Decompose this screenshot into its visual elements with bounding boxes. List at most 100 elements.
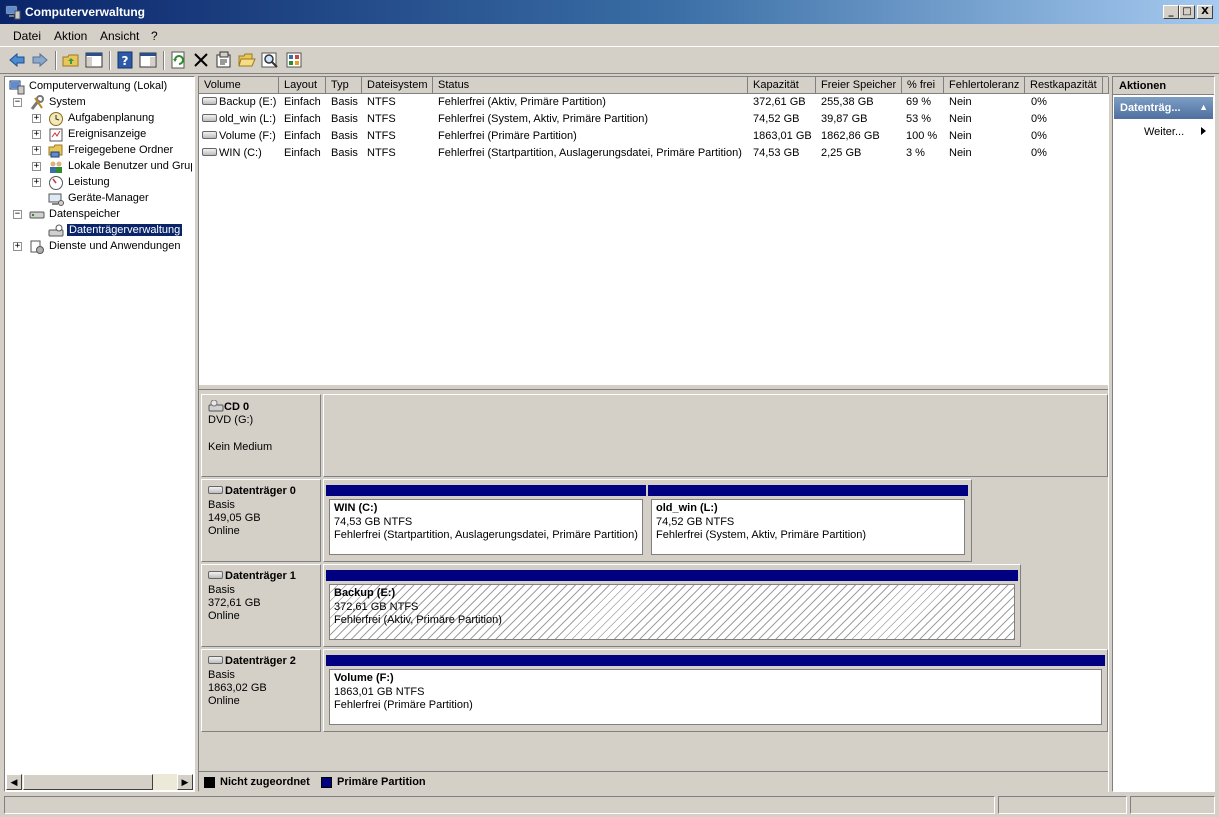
tree-item-leistung[interactable]: + Leistung <box>32 175 192 191</box>
column-header-layout[interactable]: Layout <box>279 77 326 94</box>
menu-aktion[interactable]: Aktion <box>54 29 87 43</box>
menu-ansicht[interactable]: Ansicht <box>100 29 139 43</box>
table-row[interactable]: Volume (F:) Einfach Basis NTFS Fehlerfre… <box>199 128 1108 145</box>
search-icon[interactable] <box>261 51 279 69</box>
collapse-up-icon[interactable]: ▲ <box>1199 102 1208 112</box>
column-header-fehlertoleranz[interactable]: Fehlertoleranz <box>944 77 1025 94</box>
status-cell: Fehlerfrei (Primäre Partition) <box>438 130 577 142</box>
refresh-icon[interactable] <box>170 51 188 69</box>
typ-cell: Basis <box>331 130 358 142</box>
partition-volume-f[interactable]: Volume (F:) 1863,01 GB NTFS Fehlerfrei (… <box>326 655 1105 728</box>
up-folder-icon[interactable] <box>62 51 80 69</box>
disk0-area: WIN (C:) 74,53 GB NTFS Fehlerfrei (Start… <box>323 479 972 562</box>
expand-toggle[interactable]: + <box>32 162 41 171</box>
export-icon[interactable] <box>285 51 303 69</box>
forward-icon[interactable] <box>31 51 49 69</box>
toolbar: ? <box>0 46 1219 74</box>
toolbar-separator <box>55 51 57 70</box>
users-icon <box>50 161 62 173</box>
disk-label-disk0[interactable]: Datenträger 0 Basis 149,05 GB Online <box>201 479 321 562</box>
column-header-prozent-frei[interactable]: % frei <box>902 77 944 94</box>
tree-item-dienste[interactable]: + Dienste und Anwendungen <box>13 239 193 255</box>
column-header-freier-speicher[interactable]: Freier Speicher <box>816 77 902 94</box>
table-row[interactable]: old_win (L:) Einfach Basis NTFS Fehlerfr… <box>199 111 1108 128</box>
column-header-status[interactable]: Status <box>433 77 748 94</box>
tree-item-geraete-manager[interactable]: Geräte-Manager <box>48 191 192 207</box>
tree-horizontal-scrollbar[interactable]: ◀ ▶ <box>6 774 193 790</box>
properties-icon[interactable] <box>215 51 233 69</box>
prozent-frei-cell: 3 % <box>906 147 925 159</box>
volume-icon <box>202 114 217 123</box>
partition-size: 74,52 GB NTFS <box>656 516 735 528</box>
menu-datei[interactable]: Datei <box>13 29 41 43</box>
primary-partition-bar <box>326 655 1105 666</box>
status-bar <box>0 794 1219 817</box>
status-cell: Fehlerfrei (System, Aktiv, Primäre Parti… <box>438 113 649 125</box>
partition-title: WIN (C:) <box>334 502 378 514</box>
partition-status: Fehlerfrei (Aktiv, Primäre Partition) <box>334 614 502 626</box>
volume-icon <box>202 97 217 106</box>
kapazitaet-cell: 74,53 GB <box>753 147 800 159</box>
maximize-button[interactable]: □ <box>1179 5 1195 19</box>
disk-state: Online <box>208 695 240 707</box>
tree-item-aufgabenplanung[interactable]: + Aufgabenplanung <box>32 111 192 127</box>
table-row[interactable]: WIN (C:) Einfach Basis NTFS Fehlerfrei (… <box>199 145 1108 162</box>
column-header-typ[interactable]: Typ <box>326 77 362 94</box>
partition-backup-e[interactable]: Backup (E:) 372,61 GB NTFS Fehlerfrei (A… <box>326 570 1018 643</box>
tree-item-system[interactable]: − System <box>13 95 193 111</box>
primary-partition-bar <box>326 485 646 496</box>
collapse-toggle[interactable]: − <box>13 98 22 107</box>
minimize-button[interactable]: _ <box>1163 5 1179 19</box>
action-more-link[interactable]: Weiter... <box>1144 126 1184 138</box>
show-hide-action-pane-icon[interactable] <box>139 51 157 69</box>
action-group-label: Datenträg... <box>1120 102 1181 114</box>
expand-toggle[interactable]: + <box>13 242 22 251</box>
disk-state: Online <box>208 525 240 537</box>
show-hide-tree-icon[interactable] <box>85 51 103 69</box>
help-icon[interactable]: ? <box>116 51 134 69</box>
column-header-restkapazitaet[interactable]: Restkapazität <box>1025 77 1103 94</box>
scrollbar-thumb[interactable] <box>23 774 153 790</box>
column-header-kapazitaet[interactable]: Kapazität <box>748 77 816 94</box>
scroll-right-button[interactable]: ▶ <box>177 774 193 790</box>
expand-toggle[interactable]: + <box>32 178 41 187</box>
back-icon[interactable] <box>8 51 26 69</box>
tree-item-freigegebene-ordner[interactable]: + Freigegebene Ordner <box>32 143 192 159</box>
tree-item-datentraegerverwaltung[interactable]: Datenträgerverwaltung <box>48 223 192 239</box>
menu-help[interactable]: ? <box>151 29 158 43</box>
partition-body-selected: Backup (E:) 372,61 GB NTFS Fehlerfrei (A… <box>329 584 1015 640</box>
tree-item-ereignisanzeige[interactable]: + Ereignisanzeige <box>32 127 192 143</box>
partition-title: Volume (F:) <box>334 672 394 684</box>
expand-toggle[interactable]: + <box>32 146 41 155</box>
tree-item-datenspeicher[interactable]: − Datenspeicher <box>13 207 193 223</box>
column-header-dateisystem[interactable]: Dateisystem <box>362 77 433 94</box>
column-header-volume[interactable]: Volume <box>199 77 279 94</box>
partition-old-win-l[interactable]: old_win (L:) 74,52 GB NTFS Fehlerfrei (S… <box>648 485 968 558</box>
partition-win-c[interactable]: WIN (C:) 74,53 GB NTFS Fehlerfrei (Start… <box>326 485 646 558</box>
fehlertoleranz-cell: Nein <box>949 130 972 142</box>
primary-partition-bar <box>326 570 1018 581</box>
disk-label-cd0[interactable]: CD 0 DVD (G:) Kein Medium <box>201 394 321 477</box>
expand-toggle[interactable]: + <box>32 114 41 123</box>
fehlertoleranz-cell: Nein <box>949 96 972 108</box>
tree-item-root[interactable]: Computerverwaltung (Lokal) <box>9 79 194 95</box>
close-button[interactable]: X <box>1197 5 1213 19</box>
partition-status: Fehlerfrei (Startpartition, Auslagerungs… <box>334 529 638 541</box>
layout-cell: Einfach <box>284 96 321 108</box>
navigation-tree[interactable]: Computerverwaltung (Lokal) − System + Au… <box>4 76 195 792</box>
tree-item-lokale-benutzer[interactable]: + Lokale Benutzer und Grupp <box>32 159 192 175</box>
dateisystem-cell: NTFS <box>367 130 396 142</box>
disk-type: Basis <box>208 669 235 681</box>
table-row[interactable]: Backup (E:) Einfach Basis NTFS Fehlerfre… <box>199 94 1108 111</box>
open-icon[interactable] <box>238 51 256 69</box>
collapse-toggle[interactable]: − <box>13 210 22 219</box>
delete-icon[interactable] <box>192 51 210 69</box>
scroll-left-button[interactable]: ◀ <box>6 774 22 790</box>
partition-title: old_win (L:) <box>656 502 718 514</box>
expand-toggle[interactable]: + <box>32 130 41 139</box>
volume-icon <box>202 131 217 140</box>
action-pane: Aktionen Datenträg... ▲ Weiter... <box>1112 76 1215 792</box>
action-group-header[interactable]: Datenträg... ▲ <box>1114 97 1213 119</box>
disk-label-disk1[interactable]: Datenträger 1 Basis 372,61 GB Online <box>201 564 321 647</box>
disk-label-disk2[interactable]: Datenträger 2 Basis 1863,02 GB Online <box>201 649 321 732</box>
